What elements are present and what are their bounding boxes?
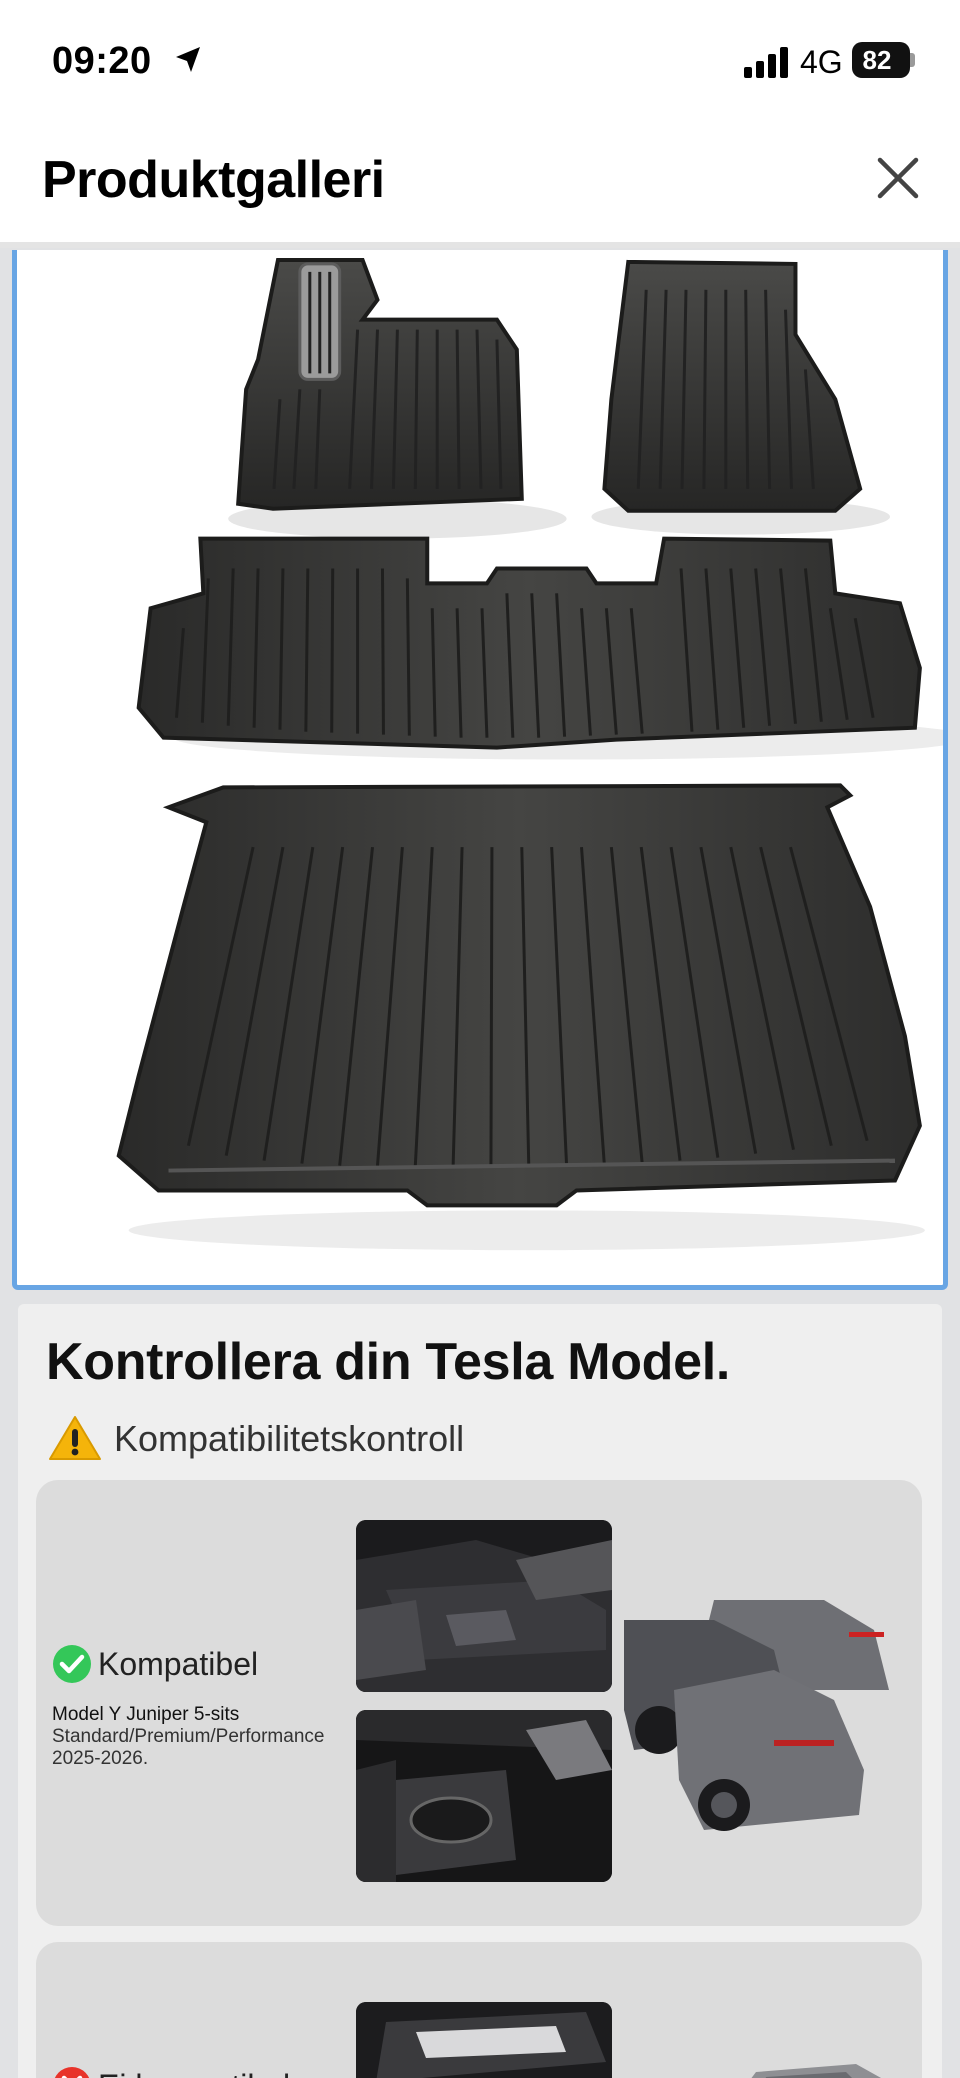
location-arrow-icon: [176, 47, 200, 72]
compatible-detail: Standard/Premium/Performance 2025-2026.: [52, 1726, 325, 1769]
network-type: 4G: [800, 44, 843, 80]
compatibility-check-label: Kompatibilitetskontroll: [114, 1418, 465, 1459]
compatible-label: Kompatibel: [98, 1646, 259, 1682]
compatibility-heading: Kontrollera din Tesla Model.: [46, 1333, 731, 1391]
header: Produktgalleri: [0, 120, 960, 248]
compatible-cars-image: [624, 1580, 914, 1860]
x-circle-icon: [54, 2067, 90, 2078]
status-time: 09:20: [52, 40, 152, 82]
battery-level: 82: [862, 45, 892, 75]
incompatible-label: Ej kompatibel: [98, 2068, 290, 2078]
product-image[interactable]: [12, 250, 948, 1290]
gallery[interactable]: Kontrollera din Tesla Model. Kompatibili…: [0, 248, 960, 2078]
page-title: Produktgalleri: [42, 151, 385, 209]
warning-icon: [49, 1416, 101, 1460]
compatible-model: Model Y Juniper 5-sits: [52, 1704, 240, 1725]
incompatible-panel: Ej kompatibel: [36, 1942, 922, 2078]
incompatible-console-thumbnail: [356, 2002, 612, 2078]
compatibility-card: Kontrollera din Tesla Model. Kompatibili…: [18, 1304, 942, 2078]
console-thumbnail-front: [356, 1520, 612, 1692]
cellular-signal-icon: [744, 47, 788, 78]
compatible-panel: Kompatibel Model Y Juniper 5-sits Standa…: [36, 1480, 922, 1926]
incompatible-car-image: [716, 2052, 916, 2078]
console-thumbnail-rear: [356, 1710, 612, 1882]
status-bar: 09:20 4G 82: [0, 0, 960, 120]
battery-icon: 82: [852, 42, 910, 78]
floor-mats-illustration: [116, 257, 943, 1251]
check-circle-icon: [53, 1645, 91, 1683]
battery-cap: [910, 53, 915, 67]
close-icon[interactable]: [870, 150, 926, 206]
